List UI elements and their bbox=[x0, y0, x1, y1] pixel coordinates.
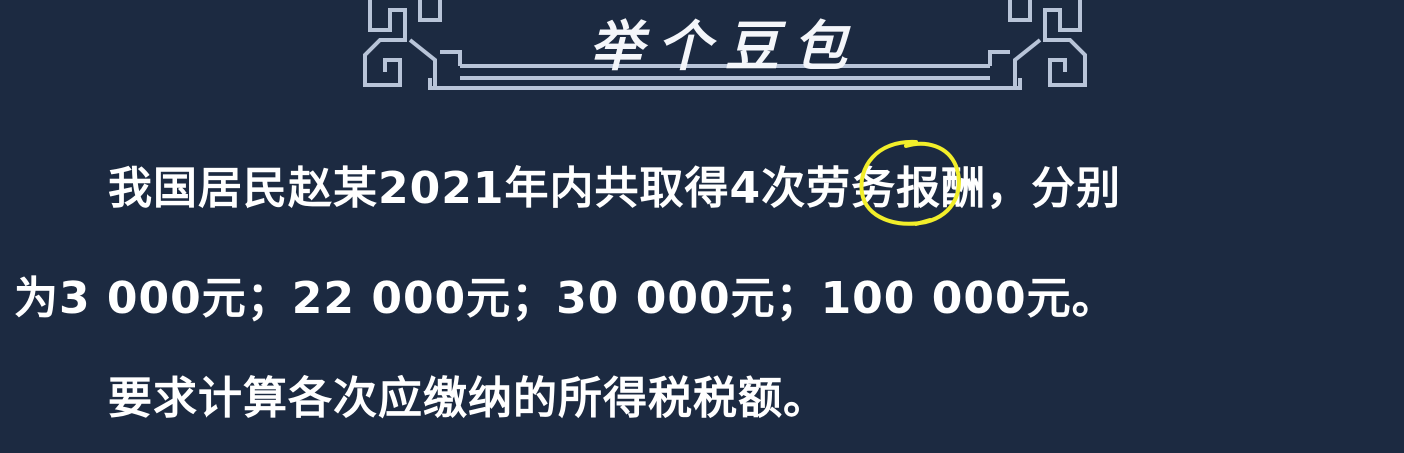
paragraph-line-1: 我国居民赵某2021年内共取得4次劳务报酬，分别 bbox=[108, 163, 1122, 214]
paragraph-line-2: 为3 000元；22 000元；30 000元；100 000元。 bbox=[14, 273, 1117, 324]
paragraph-line-3: 要求计算各次应缴纳的所得税税额。 bbox=[108, 373, 828, 424]
slide-title: 举个豆包 bbox=[589, 14, 861, 78]
highlight-circle-annotation bbox=[859, 139, 961, 226]
